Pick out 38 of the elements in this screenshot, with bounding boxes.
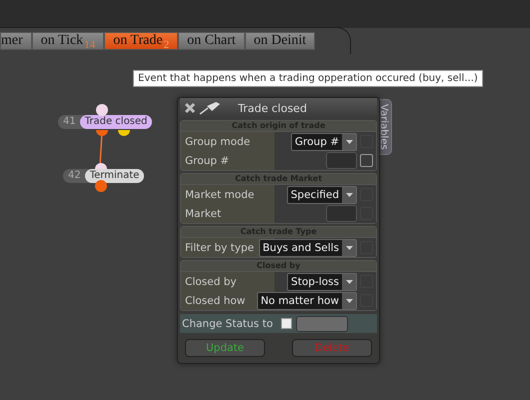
update-button[interactable]: Update xyxy=(185,339,265,357)
caret-icon xyxy=(346,192,352,196)
field-label: Change Status to xyxy=(181,318,273,330)
caret-icon xyxy=(346,140,352,144)
dropdown[interactable]: Group # xyxy=(290,132,357,150)
tooltip: Event that happens when a trading opperation occured (buy, sell...) xyxy=(133,70,483,87)
node-label[interactable]: Terminate xyxy=(84,169,144,183)
dropdown[interactable]: Buys and Sells xyxy=(258,238,357,256)
event-tab[interactable]: on Deinit xyxy=(244,32,316,50)
output-connector[interactable] xyxy=(95,180,107,192)
field-label: Market xyxy=(184,208,222,220)
output-connector[interactable] xyxy=(96,130,108,136)
field-label: Group mode xyxy=(184,136,250,148)
output-connector[interactable] xyxy=(118,130,130,136)
input-field[interactable] xyxy=(326,152,357,169)
caret-icon xyxy=(346,246,352,250)
field-label: Closed how xyxy=(184,294,246,306)
caret-icon xyxy=(346,280,352,284)
input-connector[interactable] xyxy=(95,163,107,169)
input-connector[interactable] xyxy=(96,104,108,116)
field-label: Closed by xyxy=(184,276,236,288)
caret-icon xyxy=(346,298,352,302)
field-label: Market mode xyxy=(184,188,254,200)
dropdown[interactable]: Stop-loss xyxy=(287,272,357,290)
pin-icon[interactable] xyxy=(199,101,221,115)
dropdown[interactable]: No matter how xyxy=(256,292,357,310)
dialog-title: Trade closed xyxy=(238,102,307,114)
event-tab[interactable]: on Chart xyxy=(178,32,245,50)
checkbox[interactable] xyxy=(280,318,292,329)
event-tab[interactable]: mer xyxy=(0,32,32,50)
field-label: Filter by type xyxy=(184,242,254,254)
checkbox[interactable] xyxy=(360,154,373,167)
node-label[interactable]: Trade closed xyxy=(80,115,152,129)
field-label: Group # xyxy=(184,154,230,166)
dropdown[interactable]: Specified xyxy=(286,186,357,204)
close-icon[interactable] xyxy=(184,102,196,114)
input-field[interactable] xyxy=(296,316,348,332)
input-field[interactable] xyxy=(326,205,357,222)
